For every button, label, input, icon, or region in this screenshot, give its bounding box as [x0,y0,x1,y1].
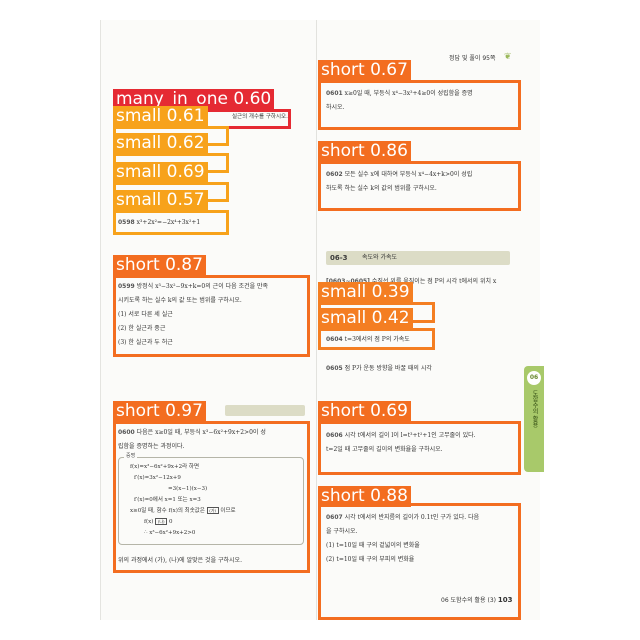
textbook-page: 정답 및 풀이 95쪽 ❦ 실근의 개수를 구하시오. 0598 x³+2x²=… [0,0,640,640]
header-leaf-icon: ❦ [504,52,512,62]
detection-box-short [318,80,521,130]
chapter-side-label: 도함수의 활용 [531,390,538,428]
detection-label: short 0.87 [113,255,206,276]
detection-label: small 0.42 [318,308,413,329]
detection-label: small 0.57 [113,190,208,211]
detection-box-small [318,328,435,350]
section-number: 06-3 [330,254,348,262]
detection-label: short 0.97 [113,401,206,422]
detection-label: short 0.88 [318,486,411,507]
detection-label: short 0.69 [318,401,411,422]
detection-label: short 0.86 [318,141,411,162]
detection-label: small 0.69 [113,162,208,183]
detection-label: small 0.39 [318,282,413,303]
section-divider-bar [225,405,305,416]
detection-box-short [113,421,310,573]
chapter-number-badge: 06 [527,371,541,385]
detection-box-short [113,275,310,357]
page-spine [316,20,317,620]
section-title: 속도와 가속도 [362,254,398,261]
detection-label: short 0.67 [318,60,411,81]
problem-text: 점 P가 운동 방향을 바꿀 때의 시각 [344,365,432,372]
section-header-bar [326,251,510,265]
detection-box-short [318,503,521,620]
detection-box-short [318,421,521,475]
page-header: 정답 및 풀이 95쪽 [449,55,496,62]
detection-box-small [113,210,229,235]
detection-box-short [318,161,521,211]
detection-label: small 0.62 [113,133,208,154]
detection-label: small 0.61 [113,106,208,127]
problem-number: 0605 [326,365,343,372]
problem-0605: 0605 점 P가 운동 방향을 바꿀 때의 시각 [326,362,432,376]
